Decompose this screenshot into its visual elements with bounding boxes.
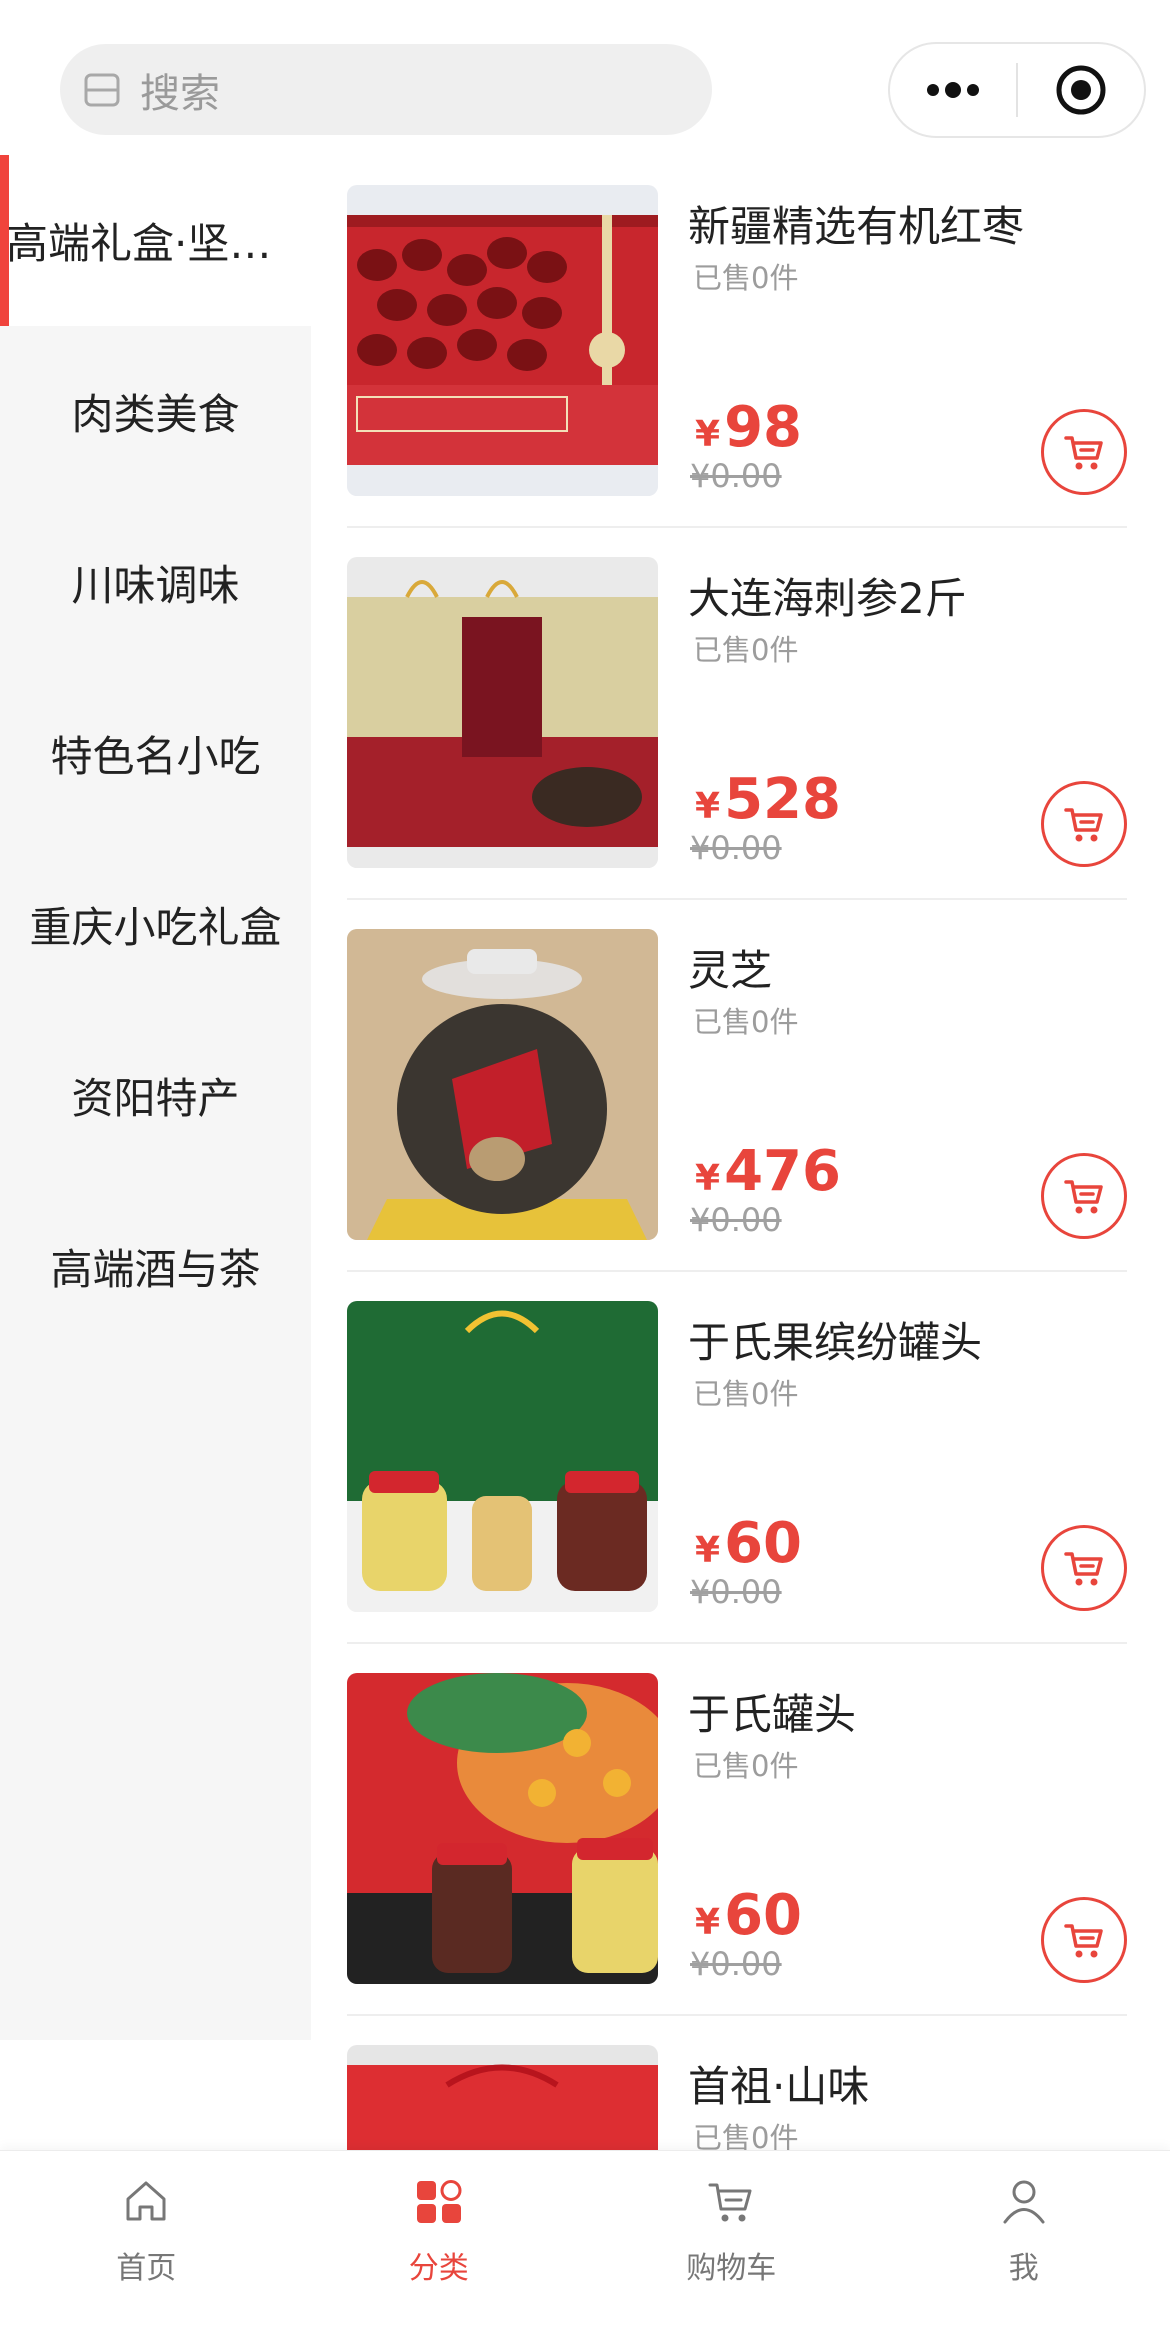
- product-price: ¥528: [695, 767, 841, 832]
- product-name: 大连海刺参2斤: [688, 574, 967, 623]
- search-input[interactable]: 搜索: [60, 44, 712, 135]
- sidebar-item-snacks[interactable]: 特色名小吃: [0, 668, 311, 839]
- cart-icon: [1064, 436, 1103, 470]
- sidebar-item-label: 资阳特产: [71, 1074, 240, 1123]
- tab-label: 购物车: [686, 2251, 777, 2286]
- currency-symbol: ¥: [695, 1530, 721, 1571]
- divider: [347, 1642, 1127, 1644]
- sidebar-item-label: 肉类美食: [71, 390, 240, 439]
- tab-me[interactable]: 我: [878, 2151, 1170, 2351]
- sidebar-item-label: 高端礼盒·坚果干货: [6, 219, 306, 268]
- currency-symbol: ¥: [695, 414, 721, 455]
- original-price: ¥0.00: [690, 1945, 782, 1983]
- tab-cart[interactable]: 购物车: [585, 2151, 878, 2351]
- original-price: ¥0.00: [690, 1201, 782, 1239]
- sidebar-item-seasoning[interactable]: 川味调味: [0, 497, 311, 668]
- home-icon: [126, 2181, 166, 2221]
- sold-count: 已售0件: [693, 1005, 799, 1039]
- cart-icon: [708, 2183, 752, 2222]
- cart-icon: [1064, 1552, 1103, 1586]
- sidebar-item-label: 重庆小吃礼盒: [29, 903, 282, 952]
- currency-symbol: ¥: [695, 1158, 721, 1199]
- category-icon: [416, 2180, 462, 2223]
- divider: [347, 2014, 1127, 2016]
- add-to-cart-button[interactable]: [1041, 1153, 1127, 1239]
- scan-icon: [82, 70, 122, 110]
- product-price: ¥60: [695, 1883, 802, 1948]
- product-card[interactable]: 于氏罐头 已售0件 ¥60 ¥0.00: [347, 1673, 1127, 2045]
- add-to-cart-button[interactable]: [1041, 409, 1127, 495]
- original-price: ¥0.00: [690, 457, 782, 495]
- product-name: 首祖·山味: [688, 2062, 870, 2111]
- sidebar-item-label: 特色名小吃: [50, 732, 261, 781]
- tab-label: 分类: [408, 2251, 469, 2286]
- product-price: ¥98: [695, 395, 802, 460]
- tab-label: 我: [1008, 2251, 1039, 2286]
- original-price: ¥0.00: [690, 1573, 782, 1611]
- cart-icon: [1064, 1924, 1103, 1958]
- sold-count: 已售0件: [693, 1749, 799, 1783]
- user-icon: [1003, 2180, 1045, 2224]
- divider: [347, 898, 1127, 900]
- sidebar-item-chongqing-snack-box[interactable]: 重庆小吃礼盒: [0, 839, 311, 1010]
- product-image[interactable]: [347, 1301, 658, 1612]
- sidebar-item-wine-tea[interactable]: 高端酒与茶: [0, 1181, 311, 1352]
- price-value: 60: [724, 1511, 802, 1576]
- more-button[interactable]: [890, 44, 1016, 136]
- mini-program-capsule: [888, 42, 1146, 138]
- product-image[interactable]: [347, 929, 658, 1240]
- category-sidebar: 高端礼盒·坚果干货 肉类美食 川味调味 特色名小吃 重庆小吃礼盒 资阳特产 高端…: [0, 155, 311, 2040]
- price-value: 60: [724, 1883, 802, 1948]
- price-value: 98: [724, 395, 802, 460]
- cart-icon: [1064, 1180, 1103, 1214]
- sold-count: 已售0件: [693, 633, 799, 667]
- close-mini-program-button[interactable]: [1018, 44, 1144, 136]
- product-card[interactable]: 新疆精选有机红枣 已售0件 ¥98 ¥0.00: [347, 185, 1127, 557]
- original-price: ¥0.00: [690, 829, 782, 867]
- product-image[interactable]: [347, 185, 658, 496]
- product-list: 新疆精选有机红枣 已售0件 ¥98 ¥0.00 大连海刺参2斤 已售0件 ¥52…: [347, 185, 1127, 2150]
- sold-count: 已售0件: [693, 261, 799, 295]
- more-dots-icon: [927, 82, 979, 98]
- product-card[interactable]: 大连海刺参2斤 已售0件 ¥528 ¥0.00: [347, 557, 1127, 929]
- product-card[interactable]: 灵芝 已售0件 ¥476 ¥0.00: [347, 929, 1127, 1301]
- product-price: ¥476: [695, 1139, 841, 1204]
- price-value: 476: [724, 1139, 841, 1204]
- search-placeholder: 搜索: [140, 70, 220, 117]
- sidebar-item-label: 高端酒与茶: [50, 1245, 261, 1294]
- currency-symbol: ¥: [695, 1902, 721, 1943]
- currency-symbol: ¥: [695, 786, 721, 827]
- product-card[interactable]: 于氏果缤纷罐头 已售0件 ¥60 ¥0.00: [347, 1301, 1127, 1673]
- add-to-cart-button[interactable]: [1041, 781, 1127, 867]
- active-indicator: [0, 155, 9, 326]
- product-name: 新疆精选有机红枣: [688, 202, 1025, 251]
- add-to-cart-button[interactable]: [1041, 1525, 1127, 1611]
- top-bar: 搜索: [0, 0, 1170, 150]
- add-to-cart-button[interactable]: [1041, 1897, 1127, 1983]
- price-value: 528: [724, 767, 841, 832]
- product-image[interactable]: [347, 557, 658, 868]
- product-image[interactable]: [347, 2045, 658, 2150]
- tab-category[interactable]: 分类: [293, 2151, 586, 2351]
- product-name: 于氏果缤纷罐头: [688, 1318, 983, 1367]
- bottom-tab-bar: 首页 分类 购物车 我: [0, 2150, 1170, 2351]
- product-name: 灵芝: [688, 946, 773, 995]
- target-icon: [1056, 65, 1106, 115]
- product-price: ¥60: [695, 1511, 802, 1576]
- tab-home[interactable]: 首页: [0, 2151, 293, 2351]
- sold-count: 已售0件: [693, 2121, 799, 2150]
- product-name: 于氏罐头: [688, 1690, 857, 1739]
- sidebar-item-meat[interactable]: 肉类美食: [0, 326, 311, 497]
- sidebar-item-gift-box[interactable]: 高端礼盒·坚果干货: [0, 155, 311, 326]
- product-image[interactable]: [347, 1673, 658, 1984]
- product-card[interactable]: 首祖·山味 已售0件: [347, 2045, 1127, 2150]
- tab-label: 首页: [116, 2251, 177, 2286]
- sidebar-item-label: 川味调味: [71, 561, 240, 610]
- sidebar-item-ziyang-specialty[interactable]: 资阳特产: [0, 1010, 311, 1181]
- cart-icon: [1064, 808, 1103, 842]
- divider: [347, 1270, 1127, 1272]
- divider: [347, 526, 1127, 528]
- sold-count: 已售0件: [693, 1377, 799, 1411]
